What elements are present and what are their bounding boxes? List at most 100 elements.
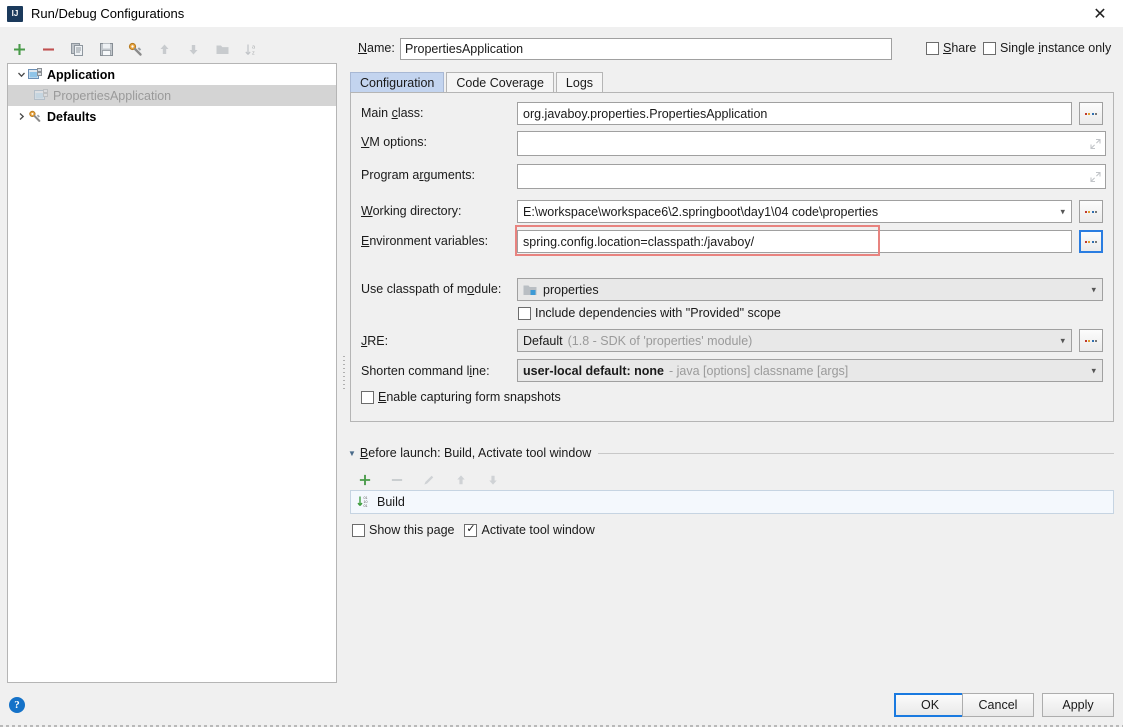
checkbox-box [464,524,477,537]
move-down-button[interactable] [180,37,206,61]
working-directory-label: Working directory: [361,204,462,218]
sort-az-icon[interactable]: a z [238,37,264,61]
expand-editor-icon[interactable] [1090,171,1101,182]
tree-node-defaults[interactable]: Defaults [8,106,336,127]
name-row: Name: Share Single instance only [358,38,1118,60]
tree-node-application[interactable]: Application [8,64,336,85]
working-directory-browse-button[interactable] [1079,200,1103,223]
ellipsis-icon [1085,241,1098,243]
task-label: Build [377,495,405,509]
activate-tool-window-checkbox[interactable]: Activate tool window [464,523,594,537]
move-up-button[interactable] [151,37,177,61]
share-checkbox[interactable]: Share [926,41,976,55]
environment-variables-label: Environment variables: [361,234,488,248]
vm-options-label: VM options: [361,135,427,149]
tab-configuration[interactable]: Configuration [350,72,444,93]
svg-text:z: z [252,50,255,56]
use-classpath-of-module-combo[interactable]: properties ▾ [517,278,1103,301]
use-classpath-of-module-label: Use classpath of module: [361,282,501,296]
before-launch-task-list[interactable]: 01 10 01 Build [350,490,1114,514]
chevron-down-icon[interactable] [14,68,28,82]
task-move-down-button[interactable] [480,468,506,492]
remove-task-button[interactable] [384,468,410,492]
tree-node-label: PropertiesApplication [53,89,171,103]
splitter-grip [343,356,345,390]
show-this-page-checkbox[interactable]: Show this page [352,523,454,537]
configurations-tree[interactable]: Application PropertiesApplication [7,63,337,683]
save-configuration-button[interactable] [93,37,119,61]
run-debug-configurations-dialog: Run/Debug Configurations ✕ [0,0,1123,727]
jre-value-suffix: (1.8 - SDK of 'properties' module) [568,334,753,348]
intellij-idea-icon [7,6,23,22]
working-directory-value: E:\workspace\workspace6\2.springboot\day… [523,205,878,219]
tree-node-properties-application[interactable]: PropertiesApplication [8,85,336,106]
name-input[interactable] [400,38,892,60]
wrench-icon [28,110,42,123]
remove-configuration-button[interactable] [35,37,61,61]
tab-logs[interactable]: Logs [556,72,603,93]
add-configuration-button[interactable] [6,37,32,61]
close-icon[interactable]: ✕ [1077,0,1123,27]
jre-combo[interactable]: Default (1.8 - SDK of 'properties' modul… [517,329,1072,352]
share-label: Share [943,41,976,55]
edit-defaults-wrench-icon[interactable] [122,37,148,61]
program-arguments-input[interactable] [517,164,1106,189]
main-class-browse-button[interactable] [1079,102,1103,125]
chevron-down-icon: ▾ [1060,206,1065,217]
before-launch-header: ▼ Before launch: Build, Activate tool wi… [348,446,1114,460]
checkbox-box [518,307,531,320]
ellipsis-icon [1085,211,1098,213]
environment-variables-browse-button[interactable] [1079,230,1103,253]
checkbox-box [361,391,374,404]
header-divider [598,453,1114,454]
main-class-input[interactable] [517,102,1072,125]
chevron-down-icon: ▾ [1091,284,1096,295]
panel-splitter[interactable] [339,63,348,683]
tab-code-coverage[interactable]: Code Coverage [446,72,554,93]
ellipsis-icon [1085,340,1098,342]
jre-label: JRE: [361,334,388,348]
task-move-up-button[interactable] [448,468,474,492]
program-arguments-label: Program arguments: [361,168,475,182]
shorten-command-line-label: Shorten command line: [361,364,490,378]
cancel-button[interactable]: Cancel [962,693,1034,717]
ok-button[interactable]: OK [894,693,966,717]
checkbox-box [983,42,996,55]
create-folder-button[interactable] [209,37,235,61]
build-icon: 01 10 01 [357,495,371,509]
checkbox-box [926,42,939,55]
vm-options-input[interactable] [517,131,1106,156]
module-icon [523,284,537,296]
working-directory-combo[interactable]: E:\workspace\workspace6\2.springboot\day… [517,200,1072,223]
before-launch-title: Before launch: Build, Activate tool wind… [360,446,591,460]
configuration-panel: Main class: VM options: Program argument… [350,92,1114,422]
single-instance-only-checkbox[interactable]: Single instance only [983,41,1111,55]
shorten-command-line-value: user-local default: none [523,364,664,378]
expand-editor-icon[interactable] [1090,138,1101,149]
include-provided-scope-label: Include dependencies with "Provided" sco… [535,306,781,320]
enable-capturing-snapshots-checkbox[interactable]: Enable capturing form snapshots [361,390,561,404]
add-task-button[interactable] [352,468,378,492]
jre-browse-button[interactable] [1079,329,1103,352]
before-launch-options: Show this page Activate tool window [352,521,595,539]
apply-button[interactable]: Apply [1042,693,1114,717]
collapse-triangle-icon[interactable]: ▼ [348,449,356,458]
help-icon[interactable]: ? [9,697,25,713]
jre-value: Default [523,334,563,348]
before-launch-toolbar [352,468,506,492]
ellipsis-icon [1085,113,1098,115]
show-this-page-label: Show this page [369,523,454,537]
activate-tool-window-label: Activate tool window [481,523,594,537]
checkbox-box [352,524,365,537]
main-class-label: Main class: [361,106,424,120]
configuration-tabs: Configuration Code Coverage Logs [350,72,750,93]
shorten-command-line-combo[interactable]: user-local default: none - java [options… [517,359,1103,382]
edit-task-pencil-icon[interactable] [416,468,442,492]
single-instance-only-label: Single instance only [1000,41,1111,55]
include-provided-scope-checkbox[interactable]: Include dependencies with "Provided" sco… [518,306,781,320]
copy-configuration-button[interactable] [64,37,90,61]
environment-variables-input[interactable] [517,230,1072,253]
configurations-toolbar: a z [6,36,338,62]
use-classpath-of-module-value: properties [543,283,599,297]
chevron-right-icon[interactable] [14,110,28,124]
